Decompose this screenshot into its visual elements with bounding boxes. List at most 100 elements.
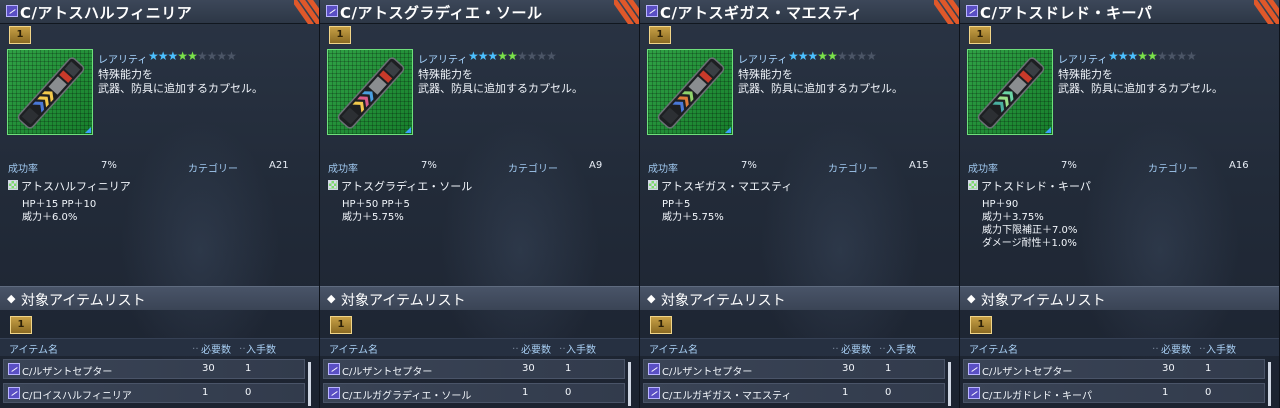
capsule-comparison: C/アトスハルフィニリア 1 レアリティ ★★★★★★★★★ 特殊能力を 武器、… (0, 0, 1280, 408)
col-obtained[interactable]: 入手数 (566, 341, 596, 356)
star-icon: ★ (1137, 49, 1148, 63)
col-item-name[interactable]: アイテム名 (969, 341, 1018, 356)
star-icon: ★ (206, 49, 218, 63)
col-item-name[interactable]: アイテム名 (9, 341, 58, 356)
quantity-badge: 1 (9, 26, 31, 44)
star-icon: ★ (1176, 49, 1187, 63)
capsule-panel-2: C/アトスグラディエ・ソール 1 レアリティ ★★★★★★★★★ 特殊能力を 武… (320, 0, 640, 408)
col-obtained[interactable]: 入手数 (886, 341, 916, 356)
star-icon: ★ (788, 49, 799, 63)
row-obtained: 1 (565, 363, 572, 374)
item-list-header: ◆ 対象アイテムリスト (640, 286, 959, 310)
star-icon: ★ (807, 49, 819, 63)
capsule-panel-1: C/アトスハルフィニリア 1 レアリティ ★★★★★★★★★ 特殊能力を 武器、… (0, 0, 320, 408)
category-label: カテゴリー (828, 164, 878, 175)
col-required[interactable]: 必要数 (1161, 341, 1191, 356)
list-quantity-badge: 1 (650, 316, 672, 334)
item-thumbnail[interactable] (7, 49, 93, 135)
list-row[interactable]: C/ルザントセプター 30 1 (963, 359, 1265, 379)
col-sort-dots-icon-2: ‥ (879, 341, 886, 352)
title-bar: C/アトスドレド・キーパ (960, 0, 1279, 24)
col-sort-dots-icon: ‥ (192, 341, 199, 352)
category-value: A15 (909, 160, 929, 171)
category-value: A21 (269, 160, 289, 171)
col-required[interactable]: 必要数 (201, 341, 231, 356)
item-list-title: 対象アイテムリスト (341, 293, 466, 309)
star-icon: ★ (797, 49, 809, 63)
row-item-name: C/ルザントセプター (662, 367, 753, 378)
list-scrollbar[interactable] (948, 362, 951, 406)
corner-stripe-decoration (1254, 0, 1279, 24)
list-scrollbar[interactable] (628, 362, 631, 406)
list-column-header: アイテム名 ‥ 必要数 ‥ 入手数 (960, 338, 1279, 356)
star-icon: ★ (497, 49, 508, 63)
list-row[interactable]: C/ルザントセプター 30 1 (643, 359, 945, 379)
row-item-name: C/エルガグラディエ・ソール (342, 391, 472, 402)
star-icon: ★ (196, 49, 208, 63)
list-row[interactable]: C/エルガギガス・マエスティ 1 0 (643, 383, 945, 403)
corner-stripe-decoration (614, 0, 639, 24)
item-thumbnail[interactable] (967, 49, 1053, 135)
list-row[interactable]: C/ルザントセプター 30 1 (3, 359, 305, 379)
star-icon: ★ (507, 49, 518, 63)
col-sort-dots-icon: ‥ (512, 341, 519, 352)
star-icon: ★ (817, 49, 828, 63)
star-icon: ★ (187, 49, 198, 63)
corner-stripe-decoration (294, 0, 319, 24)
star-icon: ★ (836, 49, 848, 63)
col-required[interactable]: 必要数 (841, 341, 871, 356)
rarity-stars: ★★★★★★★★★ (788, 49, 877, 63)
item-list-header: ◆ 対象アイテムリスト (0, 286, 319, 310)
item-thumbnail[interactable] (327, 49, 413, 135)
star-icon: ★ (866, 49, 877, 63)
col-item-name[interactable]: アイテム名 (329, 341, 378, 356)
col-required[interactable]: 必要数 (521, 341, 551, 356)
quantity-badge: 1 (969, 26, 991, 44)
ability-effect-line: 威力＋6.0% (22, 212, 78, 223)
list-scrollbar[interactable] (308, 362, 311, 406)
description-line-2: 武器、防具に追加するカプセル。 (418, 82, 583, 95)
star-icon: ★ (1117, 49, 1129, 63)
title-bar: C/アトスギガス・マエスティ (640, 0, 959, 24)
success-rate-value: 7% (1061, 160, 1077, 171)
diamond-icon: ◆ (327, 292, 336, 305)
col-sort-dots-icon-2: ‥ (559, 341, 566, 352)
rarity-stars: ★★★★★★★★★ (148, 49, 237, 63)
description-line-2: 武器、防具に追加するカプセル。 (1058, 82, 1223, 95)
col-item-name[interactable]: アイテム名 (649, 341, 698, 356)
ability-effect-line: 威力＋5.75% (662, 212, 724, 223)
col-sort-dots-icon-2: ‥ (1199, 341, 1206, 352)
capsule-icon (8, 363, 20, 375)
col-obtained[interactable]: 入手数 (1206, 341, 1236, 356)
success-rate-value: 7% (421, 160, 437, 171)
row-obtained: 1 (245, 363, 252, 374)
ability-effect-line: 威力＋5.75% (342, 212, 404, 223)
success-rate-label: 成功率 (968, 164, 998, 175)
item-thumbnail[interactable] (647, 49, 733, 135)
star-icon: ★ (546, 49, 557, 63)
capsule-icon (6, 5, 18, 17)
capsule-panel-3: C/アトスギガス・マエスティ 1 レアリティ ★★★★★★★★★ 特殊能力を 武… (640, 0, 960, 408)
capsule-icon (326, 5, 338, 17)
list-column-header: アイテム名 ‥ 必要数 ‥ 入手数 (0, 338, 319, 356)
title-bar: C/アトスハルフィニリア (0, 0, 319, 24)
capsule-icon (968, 363, 980, 375)
list-row[interactable]: C/ルザントセプター 30 1 (323, 359, 625, 379)
row-required: 30 (522, 363, 535, 374)
list-row[interactable]: C/エルガドレド・キーパ 1 0 (963, 383, 1265, 403)
capsule-image-icon (17, 57, 85, 129)
ability-name: アトスギガス・マエスティ (661, 180, 793, 193)
list-row[interactable]: C/エルガグラディエ・ソール 1 0 (323, 383, 625, 403)
capsule-icon (968, 387, 980, 399)
col-obtained[interactable]: 入手数 (246, 341, 276, 356)
diamond-icon: ◆ (647, 292, 656, 305)
ability-name: アトスハルフィニリア (21, 180, 131, 193)
capsule-image-icon (337, 57, 405, 129)
item-list-header: ◆ 対象アイテムリスト (320, 286, 639, 310)
list-scrollbar[interactable] (1268, 362, 1271, 406)
diamond-icon: ◆ (967, 292, 976, 305)
rarity-label: レアリティ (1058, 55, 1108, 66)
row-obtained: 1 (1205, 363, 1212, 374)
category-label: カテゴリー (1148, 164, 1198, 175)
list-row[interactable]: C/ロイスハルフィニリア 1 0 (3, 383, 305, 403)
